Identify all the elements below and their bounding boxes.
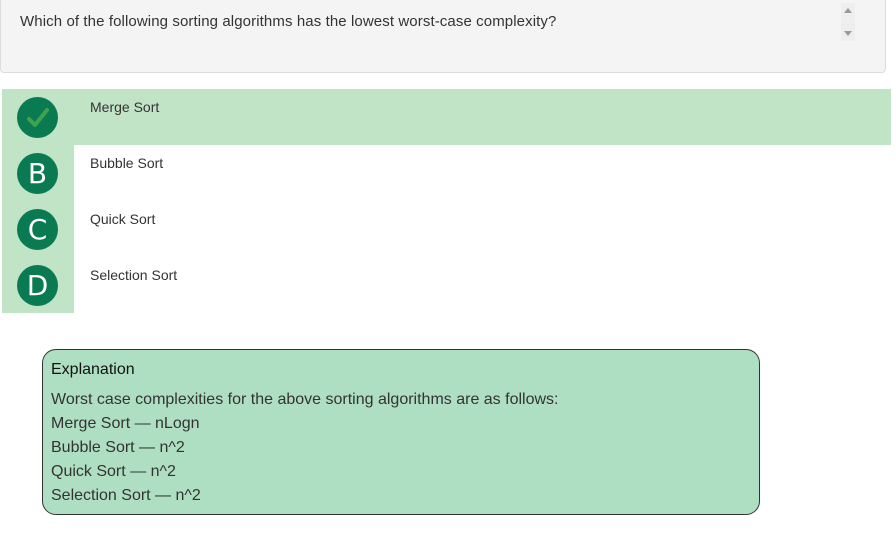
option-d-badge: D — [17, 265, 58, 306]
explanation-line: Quick Sort — n^2 — [51, 463, 176, 480]
explanation-line: Selection Sort — n^2 — [51, 487, 201, 504]
explanation-box: Explanation Worst case complexities for … — [42, 349, 760, 515]
question-text: Which of the following sorting algorithm… — [20, 13, 557, 30]
option-c[interactable]: C Quick Sort — [2, 201, 891, 257]
question-box: Which of the following sorting algorithm… — [0, 0, 886, 73]
option-a-label: Merge Sort — [90, 99, 160, 115]
scroll-spinner[interactable] — [841, 3, 855, 41]
explanation-line: Worst case complexities for the above so… — [51, 391, 559, 408]
option-c-badge: C — [17, 209, 58, 250]
explanation-title: Explanation — [51, 361, 135, 378]
option-a-badge-column — [2, 89, 74, 145]
answer-options: Merge Sort B Bubble Sort C Quick Sort D … — [2, 89, 891, 313]
option-d[interactable]: D Selection Sort — [2, 257, 891, 313]
option-d-badge-column: D — [2, 257, 74, 313]
option-a-badge — [17, 97, 58, 138]
option-c-badge-column: C — [2, 201, 74, 257]
option-b-label: Bubble Sort — [90, 155, 164, 171]
option-d-label: Selection Sort — [90, 267, 178, 283]
explanation-line: Merge Sort — nLogn — [51, 415, 200, 432]
scroll-up-arrow-icon[interactable] — [844, 8, 852, 13]
option-b-badge-column: B — [2, 145, 74, 201]
scroll-down-arrow-icon[interactable] — [844, 31, 852, 36]
option-b[interactable]: B Bubble Sort — [2, 145, 891, 201]
explanation-line: Bubble Sort — n^2 — [51, 439, 185, 456]
option-c-label: Quick Sort — [90, 211, 156, 227]
option-b-badge: B — [17, 153, 58, 194]
checkmark-icon — [27, 108, 49, 127]
option-a[interactable]: Merge Sort — [2, 89, 891, 145]
